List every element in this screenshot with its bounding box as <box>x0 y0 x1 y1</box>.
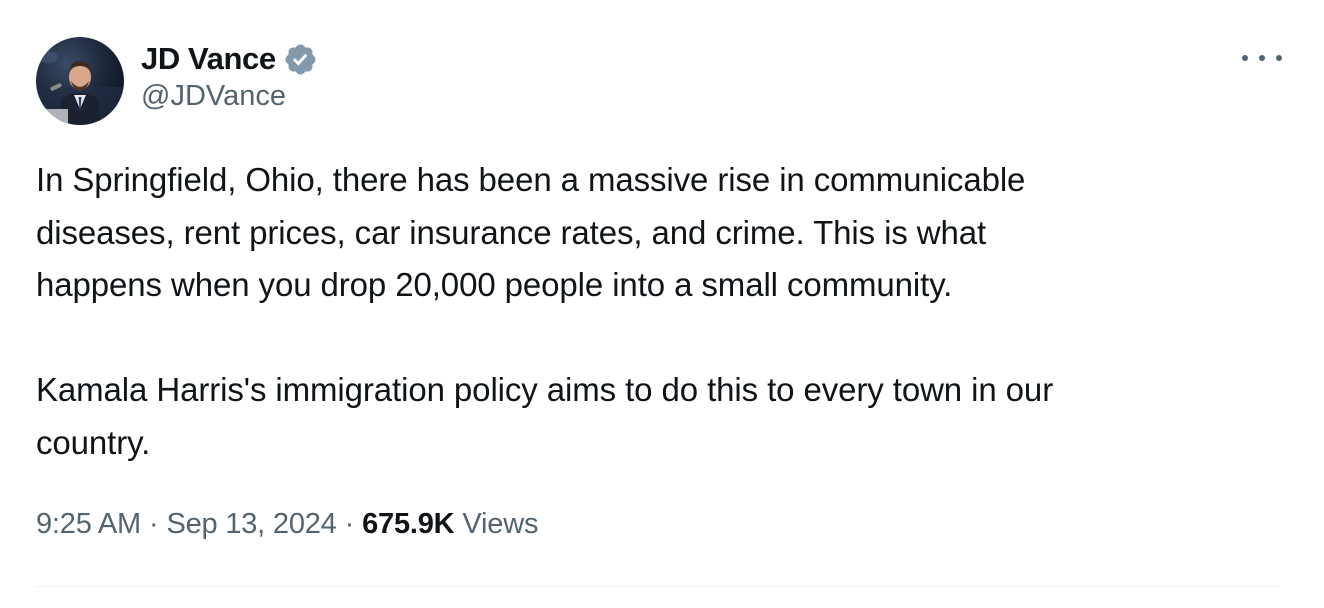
author-handle[interactable]: @JDVance <box>141 80 318 113</box>
more-dot-icon <box>1242 55 1248 61</box>
tweet-card: JD Vance @JDVance In Springfield, Ohio, … <box>0 0 1324 608</box>
author-identity: JD Vance @JDVance <box>141 37 318 113</box>
tweet-paragraph: Kamala Harris's immigration policy aims … <box>36 371 1054 461</box>
name-row: JD Vance <box>141 37 318 81</box>
tweet-paragraph: In Springfield, Ohio, there has been a m… <box>36 161 1026 303</box>
separator: · <box>344 508 355 540</box>
separator: · <box>149 508 159 540</box>
views-label: Views <box>462 508 539 540</box>
tweet-date[interactable]: Sep 13, 2024 <box>166 508 336 541</box>
more-dot-icon <box>1259 55 1265 61</box>
tweet-header: JD Vance @JDVance <box>36 36 318 126</box>
views-count[interactable]: 675.9K <box>362 508 455 541</box>
display-name[interactable]: JD Vance <box>141 41 276 77</box>
verified-badge-icon[interactable] <box>283 42 318 77</box>
tweet-time[interactable]: 9:25 AM <box>36 508 141 541</box>
tweet-text: In Springfield, Ohio, there has been a m… <box>36 154 1266 469</box>
more-dot-icon <box>1276 55 1282 61</box>
avatar[interactable] <box>36 37 124 125</box>
divider <box>36 586 1280 587</box>
more-options-icon[interactable] <box>1242 46 1282 70</box>
tweet-metadata: 9:25 AM · Sep 13, 2024 · 675.9K Views <box>36 508 538 541</box>
